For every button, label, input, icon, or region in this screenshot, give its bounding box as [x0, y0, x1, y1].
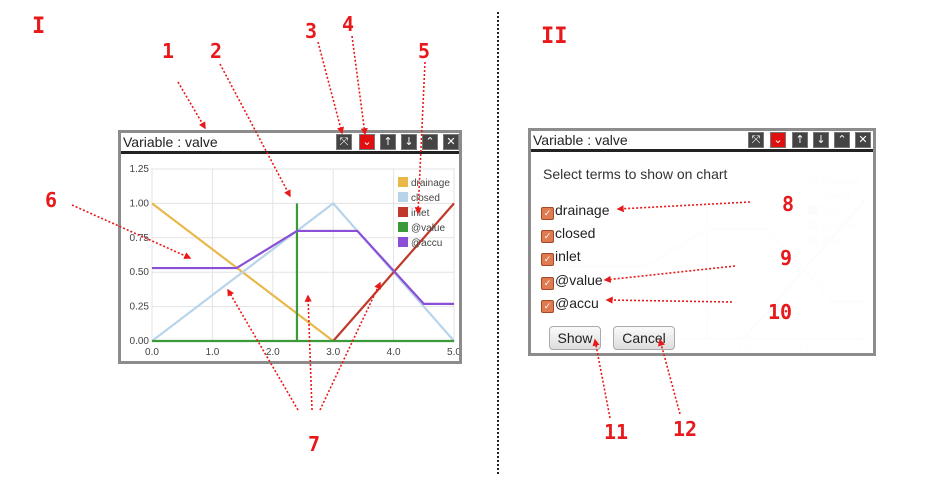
- callout-arrow: [177, 81, 206, 130]
- callout-number-5: 5: [418, 39, 430, 63]
- callout-number-6: 6: [45, 188, 57, 212]
- callout-arrow: [605, 296, 733, 304]
- callout-number-2: 2: [210, 39, 222, 63]
- callout-arrow: [616, 201, 751, 213]
- callout-arrow: [71, 204, 192, 259]
- callout-number-7: 7: [308, 432, 320, 456]
- callout-number-8: 8: [782, 192, 794, 216]
- callout-number-11: 11: [604, 420, 628, 444]
- callout-number-4: 4: [342, 12, 354, 36]
- callout-arrow: [603, 265, 736, 283]
- annotation-overlay: 1 2 3 4 5 6 7 8 9 10 11 12: [45, 12, 794, 456]
- callout-arrow: [227, 288, 299, 411]
- callout-arrow: [658, 338, 681, 415]
- callout-number-9: 9: [780, 246, 792, 270]
- callout-number-10: 10: [768, 300, 792, 324]
- callout-arrow: [317, 41, 345, 135]
- callout-arrow: [304, 294, 313, 411]
- callout-number-12: 12: [673, 417, 697, 441]
- callout-arrow: [351, 35, 368, 136]
- callout-number-1: 1: [162, 39, 174, 63]
- callout-arrow: [219, 63, 291, 198]
- callout-arrow: [592, 338, 611, 419]
- callout-arrow: [414, 61, 426, 215]
- callout-number-3: 3: [305, 19, 317, 43]
- callout-arrow: [319, 281, 381, 411]
